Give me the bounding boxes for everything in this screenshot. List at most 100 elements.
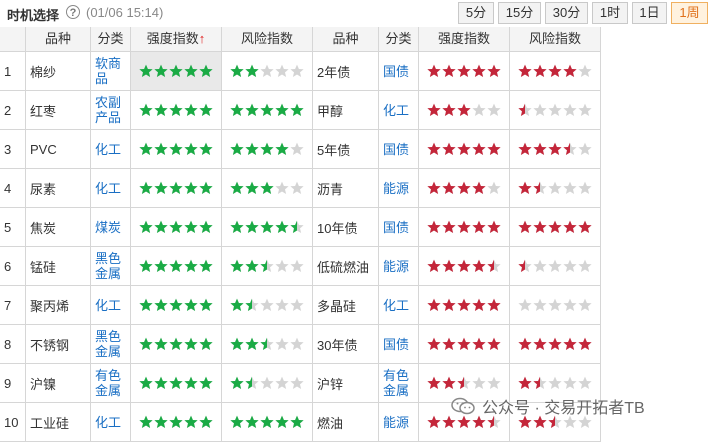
- r3-ls-stars: [139, 181, 213, 194]
- product-name[interactable]: 焦炭: [26, 208, 91, 247]
- row-number: 8: [0, 325, 26, 364]
- category-link[interactable]: 能源: [379, 169, 419, 208]
- watermark-text: 公众号 · 交易开拓者TB: [482, 400, 645, 417]
- star-icon: [427, 181, 441, 194]
- category-link[interactable]: 国债: [379, 208, 419, 247]
- product-name[interactable]: 沪锌: [313, 364, 379, 403]
- product-name[interactable]: 甲醇: [313, 91, 379, 130]
- strength-rating: [419, 325, 510, 364]
- row-number: 9: [0, 364, 26, 403]
- strength-rating: [419, 247, 510, 286]
- product-name[interactable]: 30年债: [313, 325, 379, 364]
- product-name[interactable]: 5年债: [313, 130, 379, 169]
- r5-rs-stars: [427, 259, 501, 272]
- column-header[interactable]: 风险指数: [222, 27, 313, 52]
- column-header[interactable]: 风险指数: [510, 27, 601, 52]
- star-icon: [275, 142, 289, 155]
- category-link[interactable]: 化工: [91, 286, 131, 325]
- timeframe-button-1时[interactable]: 1时: [592, 2, 628, 24]
- star-icon: [518, 64, 532, 77]
- column-header[interactable]: 强度指数↑: [131, 27, 222, 52]
- category-link[interactable]: 有色金属: [379, 364, 419, 403]
- star-icon: [487, 103, 501, 116]
- category-link[interactable]: 国债: [379, 130, 419, 169]
- product-name[interactable]: 锰硅: [26, 247, 91, 286]
- star-icon: [533, 337, 547, 350]
- category-link[interactable]: 能源: [379, 403, 419, 442]
- product-name[interactable]: 多晶硅: [313, 286, 379, 325]
- r1-ls-stars: [139, 103, 213, 116]
- star-icon: [184, 376, 198, 389]
- star-icon: [548, 376, 562, 389]
- category-link[interactable]: 化工: [91, 403, 131, 442]
- column-header[interactable]: 品种: [313, 27, 379, 52]
- product-name[interactable]: 2年债: [313, 52, 379, 91]
- star-icon: [457, 259, 471, 272]
- r6-rr-stars: [518, 298, 592, 311]
- star-icon: [260, 298, 274, 311]
- column-header[interactable]: 强度指数: [419, 27, 510, 52]
- category-link[interactable]: 化工: [379, 286, 419, 325]
- product-name[interactable]: 不锈钢: [26, 325, 91, 364]
- product-name[interactable]: 红枣: [26, 91, 91, 130]
- product-name[interactable]: 10年债: [313, 208, 379, 247]
- r8-lr-stars: [230, 376, 304, 389]
- star-icon: [260, 259, 274, 272]
- star-icon: [578, 337, 592, 350]
- category-link[interactable]: 软商品: [91, 52, 131, 91]
- star-icon: [139, 415, 153, 428]
- category-link[interactable]: 化工: [91, 130, 131, 169]
- category-link[interactable]: 国债: [379, 52, 419, 91]
- timeframe-button-15分[interactable]: 15分: [498, 2, 541, 24]
- star-icon: [457, 181, 471, 194]
- category-link[interactable]: 化工: [379, 91, 419, 130]
- help-icon[interactable]: ?: [66, 5, 80, 19]
- category-link[interactable]: 化工: [91, 169, 131, 208]
- strength-rating: [419, 52, 510, 91]
- product-name[interactable]: 沥青: [313, 169, 379, 208]
- category-link[interactable]: 能源: [379, 247, 419, 286]
- timeframe-button-1日[interactable]: 1日: [632, 2, 667, 24]
- star-icon: [548, 103, 562, 116]
- star-icon: [184, 64, 198, 77]
- risk-rating: [222, 130, 313, 169]
- product-name[interactable]: 沪镍: [26, 364, 91, 403]
- product-name[interactable]: 尿素: [26, 169, 91, 208]
- category-link[interactable]: 国债: [379, 325, 419, 364]
- column-header[interactable]: 品种: [26, 27, 91, 52]
- star-icon: [533, 298, 547, 311]
- category-link[interactable]: 黑色金属: [91, 247, 131, 286]
- strength-rating: [131, 286, 222, 325]
- r2-ls-stars: [139, 142, 213, 155]
- product-name[interactable]: 棉纱: [26, 52, 91, 91]
- star-icon: [260, 64, 274, 77]
- star-icon: [275, 415, 289, 428]
- column-header[interactable]: 分类: [91, 27, 131, 52]
- timeframe-button-30分[interactable]: 30分: [545, 2, 588, 24]
- star-icon: [260, 103, 274, 116]
- category-link[interactable]: 黑色金属: [91, 325, 131, 364]
- timeframe-button-1周[interactable]: 1周: [671, 2, 708, 24]
- star-icon: [275, 220, 289, 233]
- product-name[interactable]: 燃油: [313, 403, 379, 442]
- timeframe-button-5分[interactable]: 5分: [458, 2, 494, 24]
- r5-lr-stars: [230, 259, 304, 272]
- product-name[interactable]: 低硫燃油: [313, 247, 379, 286]
- product-name[interactable]: PVC: [26, 130, 91, 169]
- star-icon: [442, 376, 456, 389]
- watermark: 公众号 · 交易开拓者TB: [450, 394, 645, 418]
- column-header[interactable]: 分类: [379, 27, 419, 52]
- r7-lr-stars: [230, 337, 304, 350]
- category-link[interactable]: 农副产品: [91, 91, 131, 130]
- product-name[interactable]: 聚丙烯: [26, 286, 91, 325]
- star-icon: [487, 64, 501, 77]
- star-icon: [154, 103, 168, 116]
- risk-rating: [222, 91, 313, 130]
- product-name[interactable]: 工业硅: [26, 403, 91, 442]
- star-icon: [548, 64, 562, 77]
- star-icon: [472, 181, 486, 194]
- r1-rr-stars: [518, 103, 592, 116]
- risk-rating: [510, 247, 601, 286]
- category-link[interactable]: 煤炭: [91, 208, 131, 247]
- category-link[interactable]: 有色金属: [91, 364, 131, 403]
